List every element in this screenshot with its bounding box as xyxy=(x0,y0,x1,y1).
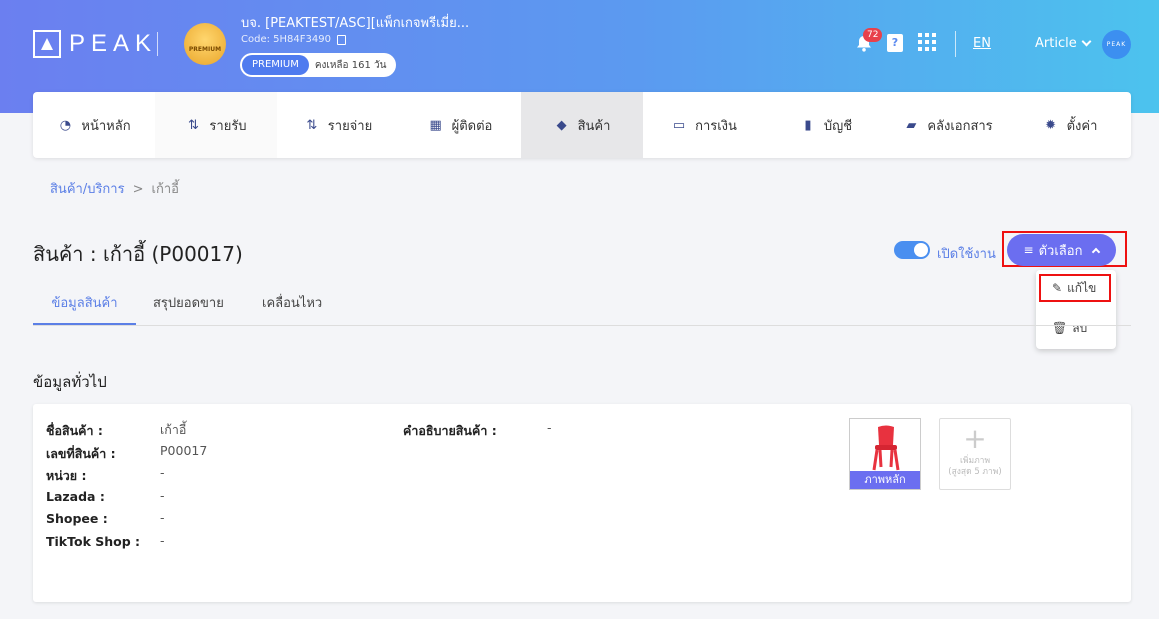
field-label-lazada: Lazada : xyxy=(46,489,105,504)
nav-item-accounting[interactable]: ▮ บัญชี xyxy=(765,92,887,158)
add-image-label: เพิ่มภาพ xyxy=(959,456,991,466)
ledger-icon: ▮ xyxy=(804,117,812,133)
nav-item-products[interactable]: ◆ สินค้า xyxy=(521,92,643,158)
money-icon: ▭ xyxy=(672,117,686,133)
nav-item-label: การเงิน xyxy=(695,118,737,134)
expense-icon: ⇅ xyxy=(306,117,318,133)
premium-badge-text: PREMIUM xyxy=(188,45,222,53)
options-button[interactable]: ≡ ตัวเลือก xyxy=(1007,234,1116,266)
product-box-icon: ◆ xyxy=(556,117,567,133)
plan-status: PREMIUM คงเหลือ 161 วัน xyxy=(240,53,396,77)
field-label-shopee: Shopee : xyxy=(46,511,108,526)
nav-item-label: รายรับ xyxy=(209,118,247,134)
field-value-unit: - xyxy=(160,465,165,480)
nav-item-label: ผู้ติดต่อ xyxy=(451,118,493,134)
tab-sales-summary[interactable]: สรุปยอดขาย xyxy=(153,286,224,325)
chevron-up-icon xyxy=(1092,247,1101,257)
chair-image-icon xyxy=(872,425,900,471)
breadcrumb-parent-link[interactable]: สินค้า/บริการ xyxy=(50,182,125,197)
language-switch[interactable]: EN xyxy=(973,36,991,51)
nav-item-documents[interactable]: ▰ คลังเอกสาร xyxy=(887,92,1009,158)
nav-item-label: บัญชี xyxy=(823,118,853,134)
apps-grid-icon[interactable] xyxy=(918,33,936,51)
logo-text: PEAK xyxy=(69,30,158,57)
notification-count-badge: 72 xyxy=(863,28,883,42)
field-label-tiktok: TikTok Shop : xyxy=(46,534,141,549)
copy-icon[interactable] xyxy=(336,34,346,45)
nav-item-income[interactable]: ⇅ รายรับ xyxy=(155,92,277,158)
contacts-icon: ▦ xyxy=(429,117,442,133)
nav-item-label: คลังเอกสาร xyxy=(927,118,993,134)
main-nav: ◔ หน้าหลัก ⇅ รายรับ ⇅ รายจ่าย ▦ ผู้ติดต่… xyxy=(33,92,1131,158)
company-name[interactable]: บจ. [PEAKTEST/ASC][แพ็กเกจพรีเมี่ย... xyxy=(241,12,469,33)
nav-item-contacts[interactable]: ▦ ผู้ติดต่อ xyxy=(399,92,521,158)
logo-divider xyxy=(157,32,158,56)
nav-item-label: หน้าหลัก xyxy=(81,118,131,134)
page-title: สินค้า : เก้าอี้ (P00017) xyxy=(33,242,243,266)
nav-item-expense[interactable]: ⇅ รายจ่าย xyxy=(277,92,399,158)
help-icon[interactable]: ? xyxy=(887,34,903,52)
nav-item-label: รายจ่าย xyxy=(327,118,373,134)
peak-logo-mark-icon xyxy=(33,30,61,58)
field-value-description: - xyxy=(547,420,552,435)
field-value-name: เก้าอี้ xyxy=(160,422,187,437)
nav-item-home[interactable]: ◔ หน้าหลัก xyxy=(33,92,155,158)
field-label-unit: หน่วย : xyxy=(46,468,87,483)
user-name[interactable]: Article xyxy=(1035,36,1077,51)
options-button-label: ตัวเลือก xyxy=(1038,243,1083,259)
plan-tag: PREMIUM xyxy=(242,55,309,75)
breadcrumb-separator: > xyxy=(132,182,144,197)
main-image-caption: ภาพหลัก xyxy=(850,471,920,489)
dashboard-icon: ◔ xyxy=(59,117,72,133)
product-tabs: ข้อมูลสินค้า สรุปยอดขาย เคลื่อนไหว xyxy=(33,286,1131,326)
field-value-lazada: - xyxy=(160,488,165,503)
field-label-name: ชื่อสินค้า : xyxy=(46,423,103,438)
avatar[interactable]: PEAK xyxy=(1102,30,1131,59)
field-value-shopee: - xyxy=(160,510,165,525)
gear-icon: ✹ xyxy=(1045,117,1057,133)
product-main-image[interactable]: ภาพหลัก xyxy=(849,418,921,490)
folder-icon: ▰ xyxy=(906,117,917,133)
tab-movements[interactable]: เคลื่อนไหว xyxy=(262,286,322,325)
breadcrumb-current: เก้าอี้ xyxy=(151,182,179,197)
plus-icon: + xyxy=(963,422,987,455)
active-toggle[interactable] xyxy=(894,241,930,259)
tab-product-info[interactable]: ข้อมูลสินค้า xyxy=(33,286,136,325)
add-image-button[interactable]: + เพิ่มภาพ (สูงสุด 5 ภาพ) xyxy=(939,418,1011,490)
nav-item-settings[interactable]: ✹ ตั้งค่า xyxy=(1009,92,1131,158)
peak-logo[interactable]: PEAK xyxy=(33,30,157,58)
field-value-tiktok: - xyxy=(160,533,165,548)
company-code-text: Code: 5H84F3490 xyxy=(241,34,331,45)
field-label-description: คำอธิบายสินค้า : xyxy=(403,423,497,438)
header-divider xyxy=(955,31,956,57)
nav-item-label: ตั้งค่า xyxy=(1066,118,1098,134)
plan-remaining: คงเหลือ 161 วัน xyxy=(314,59,387,71)
nav-item-finance[interactable]: ▭ การเงิน xyxy=(643,92,765,158)
active-toggle-label: เปิดใช้งาน xyxy=(937,247,996,262)
field-value-code: P00017 xyxy=(160,443,208,458)
chevron-down-icon[interactable] xyxy=(1081,36,1092,47)
premium-badge-icon: PREMIUM xyxy=(184,23,226,65)
breadcrumb: สินค้า/บริการ > เก้าอี้ xyxy=(50,178,179,199)
add-image-limit: (สูงสุด 5 ภาพ) xyxy=(948,467,1002,477)
income-icon: ⇅ xyxy=(187,117,199,133)
nav-item-label: สินค้า xyxy=(577,118,611,134)
section-title: ข้อมูลทั่วไป xyxy=(33,373,107,391)
company-code: Code: 5H84F3490 xyxy=(241,34,346,45)
menu-icon: ≡ xyxy=(1023,243,1034,257)
field-label-code: เลขที่สินค้า : xyxy=(46,446,116,461)
